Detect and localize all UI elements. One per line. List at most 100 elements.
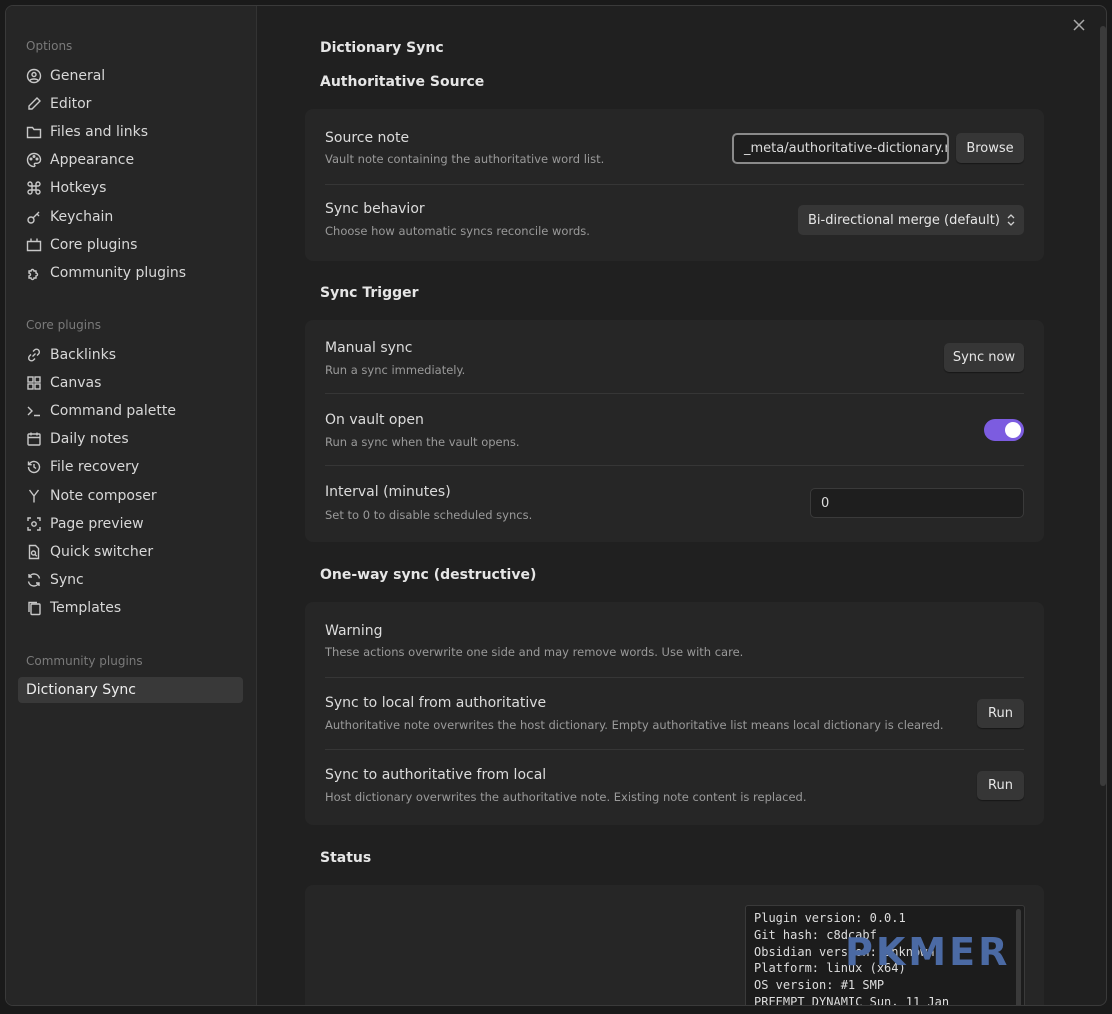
files-icon bbox=[26, 600, 42, 616]
settings-group-trigger: Manual sync Run a sync immediately. Sync… bbox=[305, 320, 1044, 542]
folder-icon bbox=[26, 124, 42, 140]
status-line: Plugin version: 0.0.1 bbox=[754, 911, 906, 925]
sidebar-item-label: Files and links bbox=[50, 124, 149, 140]
link-icon bbox=[26, 347, 42, 363]
sidebar-item-label: File recovery bbox=[50, 459, 140, 475]
setting-description: Run a sync immediately. bbox=[325, 363, 466, 377]
setting-sync-behavior: Sync behavior Choose how automatic syncs… bbox=[325, 184, 1024, 259]
setting-name: Sync to local from authoritative bbox=[325, 695, 547, 711]
sidebar-item-backlinks[interactable]: Backlinks bbox=[18, 342, 243, 368]
sidebar-item-label: Community plugins bbox=[50, 265, 187, 281]
sidebar-item-quick-switcher[interactable]: Quick switcher bbox=[18, 539, 243, 565]
plug-icon bbox=[26, 237, 42, 253]
setting-name: Sync behavior bbox=[325, 201, 425, 217]
setting-source-note: Source note Vault note containing the au… bbox=[325, 109, 1024, 185]
sidebar-item-file-recovery[interactable]: File recovery bbox=[18, 454, 243, 480]
setting-description: Choose how automatic syncs reconcile wor… bbox=[325, 224, 590, 238]
run-to-authoritative-button[interactable]: Run bbox=[977, 771, 1024, 800]
status-line: PREEMPT_DYNAMIC Sun, 11 Jan bbox=[754, 994, 950, 1006]
sync-behavior-dropdown[interactable]: Bi-directional merge (default) bbox=[798, 205, 1024, 235]
settings-content: Dictionary Sync Authoritative Source Sou… bbox=[257, 6, 1106, 1005]
calendar-icon bbox=[26, 431, 42, 447]
setting-description: Vault note containing the authoritative … bbox=[325, 152, 605, 166]
sidebar-item-keychain[interactable]: Keychain bbox=[18, 204, 243, 230]
page-title: Dictionary Sync bbox=[320, 40, 444, 56]
setting-description: Authoritative note overwrites the host d… bbox=[325, 718, 944, 732]
settings-sidebar: Options General Editor Files and links A… bbox=[6, 6, 257, 1005]
setting-name: Interval (minutes) bbox=[325, 484, 451, 500]
sidebar-item-dictionary-sync[interactable]: Dictionary Sync bbox=[18, 677, 243, 703]
setting-description: Set to 0 to disable scheduled syncs. bbox=[325, 508, 533, 522]
sidebar-item-editor[interactable]: Editor bbox=[18, 91, 243, 117]
setting-sync-to-authoritative: Sync to authoritative from local Host di… bbox=[325, 749, 1024, 823]
sidebar-item-label: Editor bbox=[50, 96, 92, 112]
sidebar-item-canvas[interactable]: Canvas bbox=[18, 370, 243, 396]
settings-group-authoritative: Source note Vault note containing the au… bbox=[305, 109, 1044, 261]
settings-group-oneway: Warning These actions overwrite one side… bbox=[305, 602, 1044, 825]
sidebar-item-label: General bbox=[50, 68, 106, 84]
status-scrollbar[interactable] bbox=[1016, 909, 1021, 1005]
sidebar-item-label: Dictionary Sync bbox=[26, 682, 136, 698]
sidebar-item-label: Command palette bbox=[50, 403, 176, 419]
sidebar-item-templates[interactable]: Templates bbox=[18, 595, 243, 621]
sidebar-item-label: Core plugins bbox=[50, 237, 138, 253]
section-heading-authoritative: Authoritative Source bbox=[320, 74, 485, 90]
sidebar-item-label: Quick switcher bbox=[50, 544, 154, 560]
sidebar-item-command-palette[interactable]: Command palette bbox=[18, 398, 243, 424]
key-icon bbox=[26, 209, 42, 225]
canvas-icon bbox=[26, 375, 42, 391]
setting-warning: Warning These actions overwrite one side… bbox=[325, 602, 1024, 678]
merge-icon bbox=[26, 488, 42, 504]
toggle-knob bbox=[1005, 422, 1021, 438]
puzzle-icon bbox=[26, 265, 42, 281]
chevron-up-down-icon bbox=[1006, 212, 1016, 228]
sidebar-item-label: Keychain bbox=[50, 209, 114, 225]
dropdown-value: Bi-directional merge (default) bbox=[808, 212, 1000, 228]
sidebar-item-label: Page preview bbox=[50, 516, 144, 532]
watermark-logo: PKMER bbox=[845, 930, 1011, 974]
gear-circle-icon bbox=[26, 68, 42, 84]
setting-name: On vault open bbox=[325, 412, 424, 428]
sidebar-item-label: Daily notes bbox=[50, 431, 129, 447]
sidebar-item-sync[interactable]: Sync bbox=[18, 567, 243, 593]
sidebar-section-core-plugins: Core plugins bbox=[26, 318, 101, 332]
interval-input[interactable]: 0 bbox=[810, 488, 1024, 518]
sidebar-item-label: Canvas bbox=[50, 375, 102, 391]
source-note-input[interactable]: _meta/authoritative-dictionary.n bbox=[732, 133, 949, 164]
preview-icon bbox=[26, 516, 42, 532]
setting-name: Warning bbox=[325, 623, 383, 639]
section-heading-sync-trigger: Sync Trigger bbox=[320, 285, 419, 301]
pencil-icon bbox=[26, 96, 42, 112]
setting-sync-to-local: Sync to local from authoritative Authori… bbox=[325, 677, 1024, 750]
browse-button[interactable]: Browse bbox=[956, 133, 1024, 163]
sidebar-item-daily-notes[interactable]: Daily notes bbox=[18, 426, 243, 452]
file-search-icon bbox=[26, 544, 42, 560]
setting-name: Manual sync bbox=[325, 340, 413, 356]
command-icon bbox=[26, 180, 42, 196]
section-heading-one-way: One-way sync (destructive) bbox=[320, 567, 537, 583]
setting-name: Sync to authoritative from local bbox=[325, 767, 547, 783]
sidebar-item-page-preview[interactable]: Page preview bbox=[18, 511, 243, 537]
sidebar-item-general[interactable]: General bbox=[18, 63, 243, 89]
sidebar-item-label: Sync bbox=[50, 572, 84, 588]
sidebar-item-core-plugins[interactable]: Core plugins bbox=[18, 232, 243, 258]
terminal-icon bbox=[26, 403, 42, 419]
sidebar-item-files-and-links[interactable]: Files and links bbox=[18, 119, 243, 145]
setting-description: These actions overwrite one side and may… bbox=[325, 645, 744, 659]
sidebar-item-community-plugins[interactable]: Community plugins bbox=[18, 260, 243, 286]
sync-now-button[interactable]: Sync now bbox=[944, 343, 1024, 372]
setting-description: Host dictionary overwrites the authorita… bbox=[325, 790, 807, 804]
setting-manual-sync: Manual sync Run a sync immediately. Sync… bbox=[325, 320, 1024, 394]
sidebar-item-hotkeys[interactable]: Hotkeys bbox=[18, 175, 243, 201]
setting-name: Source note bbox=[325, 130, 410, 146]
sidebar-item-note-composer[interactable]: Note composer bbox=[18, 483, 243, 509]
setting-interval: Interval (minutes) Set to 0 to disable s… bbox=[325, 465, 1024, 540]
status-line: OS version: #1 SMP bbox=[754, 978, 885, 993]
sidebar-item-label: Backlinks bbox=[50, 347, 117, 363]
settings-modal: Options General Editor Files and links A… bbox=[5, 5, 1107, 1006]
run-to-local-button[interactable]: Run bbox=[977, 699, 1024, 728]
sidebar-item-appearance[interactable]: Appearance bbox=[18, 147, 243, 173]
vault-open-toggle[interactable] bbox=[984, 419, 1024, 441]
history-icon bbox=[26, 459, 42, 475]
sidebar-item-label: Templates bbox=[50, 600, 122, 616]
